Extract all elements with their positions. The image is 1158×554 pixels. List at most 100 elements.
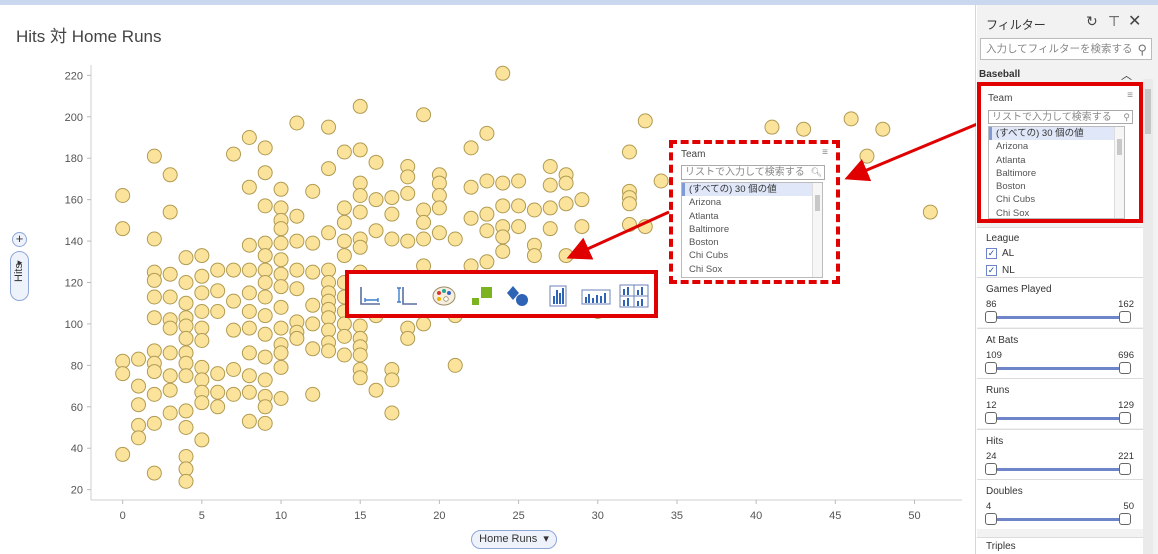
data-point[interactable] — [574, 219, 590, 235]
range-min-handle[interactable] — [985, 513, 997, 525]
data-point[interactable] — [526, 202, 542, 218]
menu-icon[interactable]: ≡ — [822, 147, 828, 158]
data-point[interactable] — [273, 391, 289, 406]
add-axis-button[interactable]: + — [12, 232, 27, 247]
data-point[interactable] — [210, 366, 226, 382]
data-point[interactable] — [352, 204, 368, 220]
data-point[interactable] — [241, 304, 257, 319]
data-point[interactable] — [210, 304, 226, 319]
data-point[interactable] — [241, 285, 257, 301]
data-point[interactable] — [321, 262, 337, 278]
data-point[interactable] — [146, 465, 162, 481]
data-point[interactable] — [162, 167, 178, 183]
data-point[interactable] — [226, 262, 242, 278]
data-point[interactable] — [653, 173, 669, 189]
data-point[interactable] — [321, 161, 337, 177]
data-point[interactable] — [305, 297, 321, 313]
data-point[interactable] — [352, 347, 368, 363]
range-min-handle[interactable] — [985, 462, 997, 475]
data-point[interactable] — [162, 204, 178, 220]
data-point[interactable] — [400, 330, 416, 346]
team-list[interactable]: (すべての) 30 個の値 Arizona Atlanta Baltimore … — [988, 126, 1125, 219]
data-point[interactable] — [178, 420, 194, 435]
data-point[interactable] — [336, 233, 352, 249]
data-point[interactable] — [479, 173, 495, 189]
list-item[interactable]: (すべての) 30 個の値 — [682, 183, 822, 197]
x-axis-selector[interactable]: Home Runs ▾ — [471, 530, 557, 549]
data-point[interactable] — [305, 386, 321, 402]
data-point[interactable] — [257, 326, 273, 342]
trellis-grid-icon[interactable] — [619, 284, 649, 308]
data-point[interactable] — [210, 384, 226, 400]
team-callout-list[interactable]: (すべての) 30 個の値 Arizona Atlanta Baltimore … — [681, 182, 823, 278]
data-point[interactable] — [178, 473, 194, 489]
data-point[interactable] — [463, 179, 479, 195]
range-max-handle[interactable] — [1119, 311, 1131, 323]
data-point[interactable] — [479, 125, 495, 141]
list-item[interactable]: Chi Sox — [682, 263, 822, 276]
data-point[interactable] — [194, 432, 210, 448]
data-point[interactable] — [321, 322, 337, 338]
range-max-handle[interactable] — [1119, 462, 1131, 475]
data-point[interactable] — [352, 370, 368, 386]
data-point[interactable] — [289, 262, 305, 278]
data-point[interactable] — [273, 266, 289, 282]
y-axis-selector[interactable]: ► Hits — [10, 251, 29, 301]
menu-icon[interactable]: ≡ — [1127, 90, 1133, 101]
data-point[interactable] — [162, 345, 178, 361]
data-point[interactable] — [194, 285, 210, 301]
panel-scrollbar[interactable] — [1143, 79, 1153, 554]
data-point[interactable] — [368, 223, 384, 239]
data-point[interactable] — [257, 248, 273, 264]
data-point[interactable] — [416, 202, 432, 218]
data-point[interactable] — [321, 225, 337, 241]
data-point[interactable] — [542, 177, 558, 193]
data-point[interactable] — [178, 295, 194, 311]
data-point[interactable] — [416, 107, 432, 123]
data-point[interactable] — [146, 415, 162, 431]
data-point[interactable] — [336, 316, 352, 332]
data-point[interactable] — [162, 320, 178, 336]
data-point[interactable] — [178, 330, 194, 346]
data-point[interactable] — [257, 289, 273, 305]
data-point[interactable] — [352, 98, 368, 114]
data-point[interactable] — [194, 395, 210, 411]
data-point[interactable] — [210, 399, 226, 415]
data-point[interactable] — [257, 165, 273, 181]
section-header[interactable]: Baseball — [979, 69, 1020, 80]
data-point[interactable] — [305, 264, 321, 280]
data-point[interactable] — [495, 243, 511, 259]
data-point[interactable] — [352, 142, 368, 158]
data-point[interactable] — [289, 208, 305, 224]
data-point[interactable] — [194, 248, 210, 264]
data-point[interactable] — [305, 235, 321, 251]
data-point[interactable] — [162, 289, 178, 305]
data-point[interactable] — [321, 343, 337, 359]
data-point[interactable] — [384, 231, 400, 247]
chevron-up-icon[interactable]: ︿ — [1121, 67, 1132, 83]
data-point[interactable] — [843, 111, 859, 127]
list-item[interactable]: Chi Cubs — [682, 249, 822, 262]
data-point[interactable] — [194, 268, 210, 284]
data-point[interactable] — [321, 119, 337, 135]
data-point[interactable] — [241, 368, 257, 384]
data-point[interactable] — [384, 405, 400, 421]
data-point[interactable] — [273, 181, 289, 197]
data-point[interactable] — [178, 318, 194, 334]
data-point[interactable] — [495, 229, 511, 245]
list-item[interactable]: Atlanta — [989, 154, 1124, 167]
data-point[interactable] — [115, 221, 131, 237]
data-point[interactable] — [241, 262, 257, 278]
data-point[interactable] — [226, 146, 242, 162]
data-point[interactable] — [273, 299, 289, 315]
data-point[interactable] — [431, 175, 447, 191]
data-point[interactable] — [558, 248, 574, 264]
range-max-handle[interactable] — [1119, 361, 1131, 374]
data-point[interactable] — [241, 384, 257, 400]
list-item[interactable]: Arizona — [682, 196, 822, 209]
data-point[interactable] — [194, 304, 210, 319]
data-point[interactable] — [352, 175, 368, 191]
filter-search-input[interactable]: 入力してフィルターを検索する ⚲ — [980, 38, 1152, 60]
data-point[interactable] — [257, 372, 273, 388]
data-point[interactable] — [146, 310, 162, 326]
